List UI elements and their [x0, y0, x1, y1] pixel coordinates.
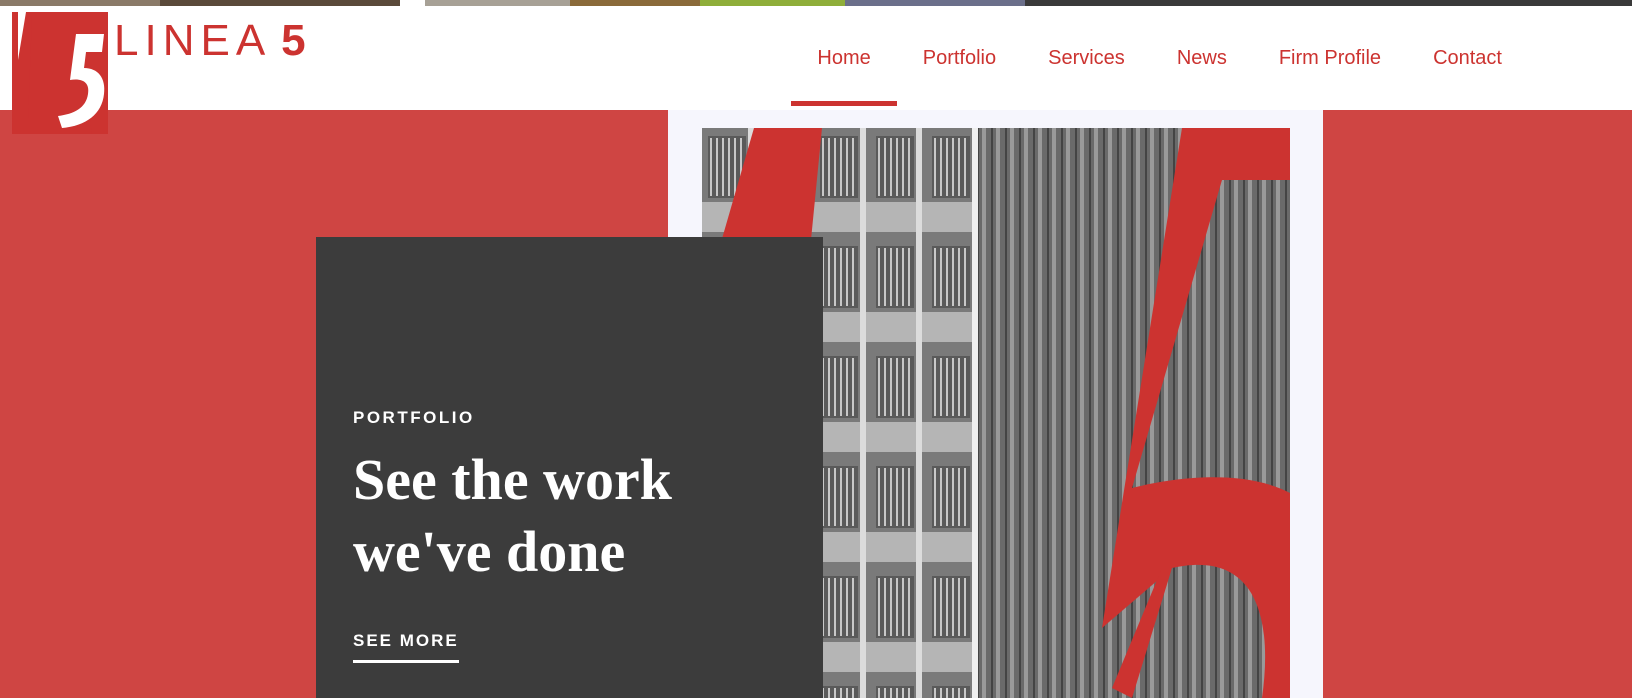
- nav-services[interactable]: Services: [1022, 6, 1151, 110]
- nav-contact[interactable]: Contact: [1407, 6, 1528, 110]
- nav-home-label: Home: [817, 46, 871, 69]
- card-title: See the work we've done: [353, 447, 672, 584]
- nav-firm-profile-label: Firm Profile: [1278, 46, 1382, 69]
- site-logo[interactable]: LINEA 5: [0, 0, 320, 134]
- nav-portfolio[interactable]: Portfolio: [897, 6, 1022, 110]
- portfolio-card: PORTFOLIO See the work we've done SEE MO…: [316, 237, 823, 698]
- card-kicker: PORTFOLIO: [353, 408, 475, 427]
- nav-news-label: News: [1176, 46, 1227, 69]
- nav-home[interactable]: Home: [791, 6, 898, 110]
- logo-number: 5: [281, 16, 306, 65]
- nav-services-label: Services: [1048, 46, 1125, 69]
- logo-word: LINEA: [114, 16, 272, 65]
- see-more-link[interactable]: SEE MORE: [353, 631, 459, 663]
- linea5-logo-mark-icon: [12, 12, 108, 134]
- main-nav: Home Portfolio Services News Firm Profil…: [791, 6, 1528, 110]
- nav-portfolio-label: Portfolio: [922, 46, 997, 69]
- hero-section: PORTFOLIO See the work we've done SEE MO…: [0, 110, 1632, 698]
- nav-news[interactable]: News: [1151, 6, 1253, 110]
- nav-contact-label: Contact: [1433, 46, 1502, 69]
- nav-firm-profile[interactable]: Firm Profile: [1253, 6, 1407, 110]
- logo-text: LINEA 5: [114, 16, 306, 66]
